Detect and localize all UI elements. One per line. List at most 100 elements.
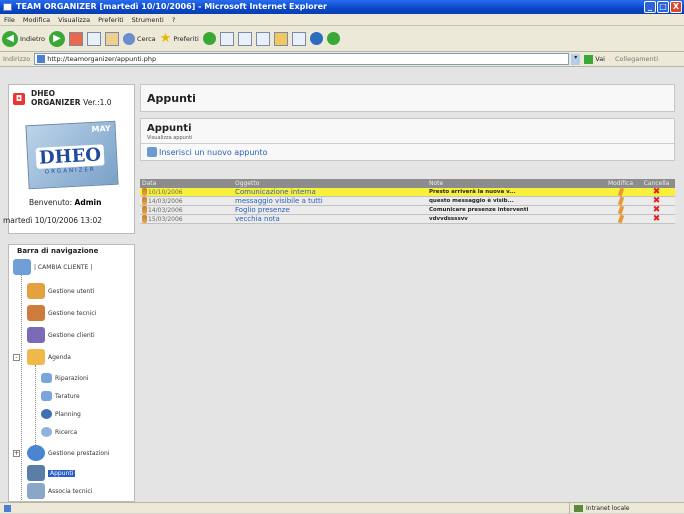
calibration-icon bbox=[41, 391, 52, 401]
appunti-panel: Appunti Visualizza appunti Inserisci un … bbox=[140, 118, 675, 161]
ie-icon bbox=[3, 3, 12, 11]
security-zone: Intranet locale bbox=[569, 503, 684, 514]
nav-associa-tecnici[interactable]: Associa tecnici bbox=[27, 483, 92, 499]
edit-button[interactable] bbox=[603, 214, 638, 224]
notes-icon bbox=[27, 465, 45, 481]
refresh-icon[interactable] bbox=[87, 31, 102, 46]
nav-riparazioni[interactable]: Riparazioni bbox=[41, 373, 88, 383]
page-title: Appunti bbox=[140, 84, 675, 112]
app-title: DHEO ORGANIZER Ver.:1.0 bbox=[31, 89, 112, 107]
close-button[interactable]: X bbox=[670, 1, 682, 13]
logo-image: MAY DHEO ORGANIZER bbox=[25, 120, 119, 190]
row-note: vdvvdssssvv bbox=[429, 216, 468, 222]
nav-appunti[interactable]: Appunti bbox=[27, 465, 76, 481]
links-label[interactable]: Collegamenti bbox=[615, 55, 658, 63]
dropdown-icon[interactable]: ▾ bbox=[571, 53, 581, 65]
search-button[interactable]: Cerca bbox=[123, 29, 156, 49]
delete-button[interactable]: ✖ bbox=[638, 215, 675, 224]
back-button[interactable]: ◀ Indietro bbox=[2, 29, 45, 49]
tree-line bbox=[35, 365, 36, 457]
edit-button[interactable] bbox=[603, 196, 638, 206]
table-row[interactable]: 10/10/2006 Comunicazione interna Presto … bbox=[140, 188, 675, 197]
research-icon[interactable] bbox=[309, 32, 323, 45]
nav-planning[interactable]: Planning bbox=[41, 409, 81, 419]
star-icon: ★ bbox=[159, 31, 172, 46]
pencil-icon bbox=[617, 214, 624, 224]
col-oggetto[interactable]: Oggetto bbox=[235, 179, 429, 188]
menu-file[interactable]: File bbox=[4, 14, 15, 25]
col-note[interactable]: Note bbox=[429, 179, 603, 188]
folder-icon[interactable] bbox=[273, 31, 288, 46]
stop-icon[interactable] bbox=[69, 31, 84, 46]
nav-title: Barra di navigazione bbox=[17, 247, 99, 255]
table-row[interactable]: 14/03/2006 messaggio visibile a tutti qu… bbox=[140, 197, 675, 206]
calendar-icon bbox=[27, 349, 45, 365]
delete-button[interactable]: ✖ bbox=[638, 197, 675, 206]
address-bar: Indirizzo http://teamorganizer/appunti.p… bbox=[0, 52, 684, 67]
search-icon bbox=[41, 427, 52, 437]
maximize-button[interactable]: □ bbox=[657, 1, 669, 13]
menu-modifica[interactable]: Modifica bbox=[23, 14, 50, 25]
datetime: martedì 10/10/2006 13:02 bbox=[3, 216, 102, 225]
menu-help[interactable]: ? bbox=[172, 14, 175, 25]
print-icon[interactable] bbox=[237, 31, 252, 46]
back-arrow-icon: ◀ bbox=[2, 30, 18, 47]
home-icon[interactable] bbox=[105, 31, 120, 46]
menu-preferiti[interactable]: Preferiti bbox=[98, 14, 123, 25]
link-icon bbox=[27, 483, 45, 499]
favorites-button[interactable]: ★ Preferiti bbox=[160, 29, 199, 49]
edit-button[interactable] bbox=[603, 187, 638, 197]
browser-toolbar: ◀ Indietro ▶ Cerca ★ Preferiti bbox=[0, 26, 684, 52]
forward-button[interactable]: ▶ bbox=[49, 29, 66, 49]
messenger-icon[interactable] bbox=[291, 31, 306, 46]
address-input[interactable]: http://teamorganizer/appunti.php bbox=[34, 53, 570, 65]
row-date: 14/03/2006 bbox=[148, 206, 183, 214]
edit-button[interactable] bbox=[603, 205, 638, 215]
pencil-icon bbox=[617, 196, 624, 206]
intranet-icon bbox=[574, 505, 583, 512]
nav-gestione-utenti[interactable]: Gestione utenti bbox=[27, 283, 94, 299]
row-subject-link[interactable]: Comunicazione interna bbox=[235, 188, 429, 196]
nav-gestione-prestazioni[interactable]: + Gestione prestazioni bbox=[13, 445, 110, 461]
add-note-link[interactable]: Inserisci un nuovo appunto bbox=[147, 147, 267, 157]
panel-subtitle: Visualizza appunti bbox=[147, 135, 193, 141]
author-icon bbox=[142, 188, 147, 196]
table-header: Data Oggetto Note Modifica Cancella bbox=[140, 179, 675, 188]
divider bbox=[141, 143, 674, 144]
row-subject-link[interactable]: Foglio presenze bbox=[235, 206, 429, 214]
nav-gestione-clienti[interactable]: Gestione clienti bbox=[27, 327, 95, 343]
client-icon bbox=[27, 327, 45, 343]
go-button[interactable]: Vai bbox=[584, 54, 605, 64]
navigation-panel: Barra di navigazione | CAMBIA CLIENTE | … bbox=[8, 244, 135, 502]
nav-cambia-cliente[interactable]: | CAMBIA CLIENTE | bbox=[13, 259, 92, 275]
row-subject-link[interactable]: messaggio visibile a tutti bbox=[235, 197, 429, 205]
users-icon bbox=[13, 259, 31, 275]
minimize-button[interactable]: _ bbox=[644, 1, 656, 13]
address-url[interactable]: http://teamorganizer/appunti.php bbox=[47, 55, 156, 63]
clock-icon bbox=[41, 409, 52, 419]
window-titlebar: TEAM ORGANIZER [martedì 10/10/2006] - Mi… bbox=[0, 0, 684, 14]
nav-agenda[interactable]: - Agenda bbox=[13, 349, 71, 365]
delete-button[interactable]: ✖ bbox=[638, 188, 675, 197]
app-icon: ◘ bbox=[13, 93, 25, 105]
history-icon[interactable] bbox=[202, 32, 216, 45]
table-row[interactable]: 15/03/2006 vecchia nota vdvvdssssvv ✖ bbox=[140, 215, 675, 224]
delete-button[interactable]: ✖ bbox=[638, 206, 675, 215]
table-row[interactable]: 14/03/2006 Foglio presenze Comunicare pr… bbox=[140, 206, 675, 215]
nav-tarature[interactable]: Tarature bbox=[41, 391, 80, 401]
nav-gestione-tecnici[interactable]: Gestione tecnici bbox=[27, 305, 96, 321]
row-subject-link[interactable]: vecchia nota bbox=[235, 215, 429, 223]
mail-icon[interactable] bbox=[219, 31, 234, 46]
edit-icon[interactable] bbox=[255, 31, 270, 46]
add-note-icon bbox=[147, 147, 157, 157]
expand-icon[interactable]: + bbox=[13, 449, 20, 457]
collapse-icon[interactable]: - bbox=[13, 353, 20, 361]
menu-visualizza[interactable]: Visualizza bbox=[58, 14, 90, 25]
row-note: questo messaggio è visib... bbox=[429, 198, 514, 204]
globe-icon bbox=[27, 445, 45, 461]
nav-ricerca[interactable]: Ricerca bbox=[41, 427, 77, 437]
menu-strumenti[interactable]: Strumenti bbox=[132, 14, 164, 25]
status-page-icon bbox=[4, 505, 11, 512]
panel-title: Appunti bbox=[147, 123, 192, 134]
extra-icon[interactable] bbox=[326, 32, 340, 45]
